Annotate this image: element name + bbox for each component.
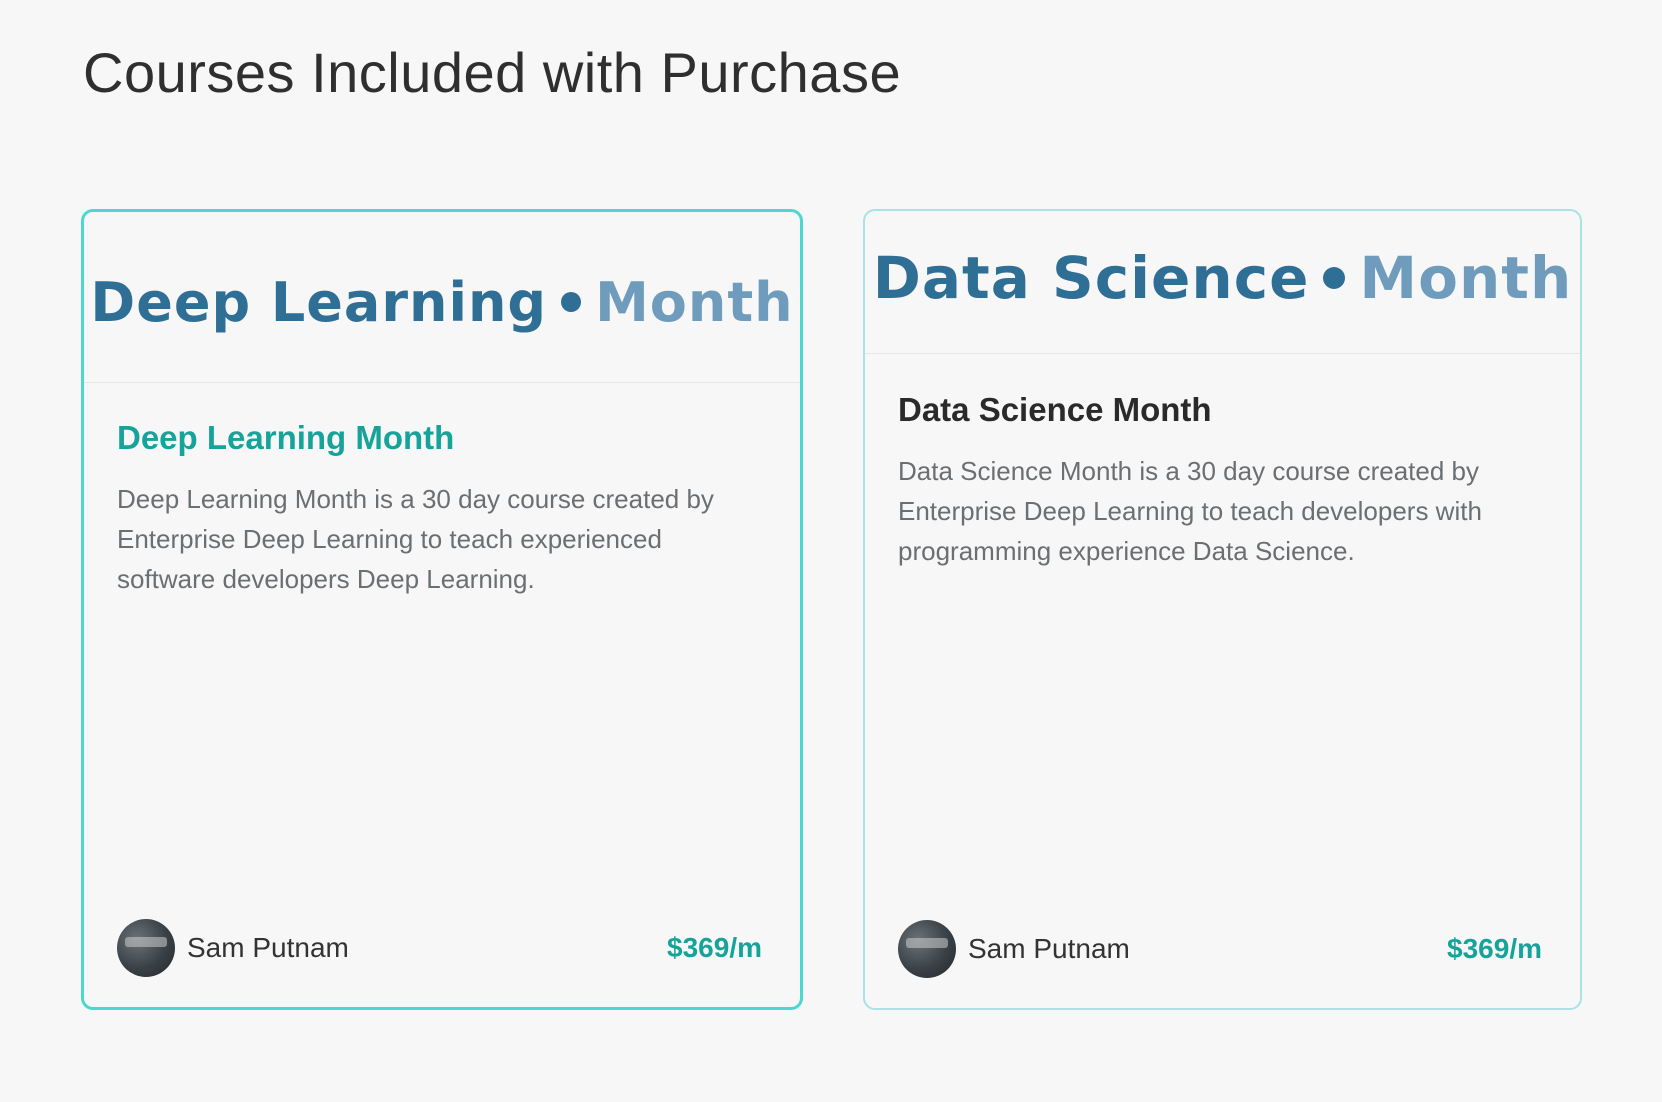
course-logo-secondary: Month — [595, 270, 794, 334]
course-title[interactable]: Data Science Month — [898, 391, 1547, 429]
course-card-header: Data Science Month — [865, 211, 1580, 354]
page-title: Courses Included with Purchase — [83, 41, 902, 104]
course-logo-primary: Data Science — [872, 244, 1310, 312]
course-card-body: Deep Learning Month Deep Learning Month … — [84, 383, 800, 599]
course-card-footer: Sam Putnam $369/m — [898, 920, 1542, 978]
course-logo-secondary: Month — [1359, 244, 1573, 312]
course-card-deep-learning[interactable]: Deep Learning Month Deep Learning Month … — [81, 209, 803, 1010]
course-price: $369/m — [1447, 933, 1542, 964]
author-name: Sam Putnam — [968, 933, 1130, 964]
course-card-header: Deep Learning Month — [84, 212, 800, 383]
course-description: Data Science Month is a 30 day course cr… — [898, 456, 1482, 566]
course-logo: Data Science Month — [873, 244, 1573, 312]
author-name: Sam Putnam — [187, 932, 349, 963]
course-title[interactable]: Deep Learning Month — [117, 419, 767, 457]
course-logo-dot — [1323, 267, 1346, 289]
course-logo-dot — [561, 292, 582, 312]
course-card-body: Data Science Month Data Science Month is… — [865, 354, 1580, 571]
course-author: Sam Putnam — [117, 919, 349, 977]
avatar — [117, 919, 175, 977]
course-price: $369/m — [667, 932, 762, 963]
avatar — [898, 920, 956, 978]
course-author: Sam Putnam — [898, 920, 1130, 978]
course-card-data-science[interactable]: Data Science Month Data Science Month Da… — [863, 209, 1582, 1010]
course-description: Deep Learning Month is a 30 day course c… — [117, 484, 714, 594]
course-logo: Deep Learning Month — [90, 271, 793, 334]
course-logo-primary: Deep Learning — [90, 270, 548, 334]
course-card-footer: Sam Putnam $369/m — [117, 919, 762, 977]
